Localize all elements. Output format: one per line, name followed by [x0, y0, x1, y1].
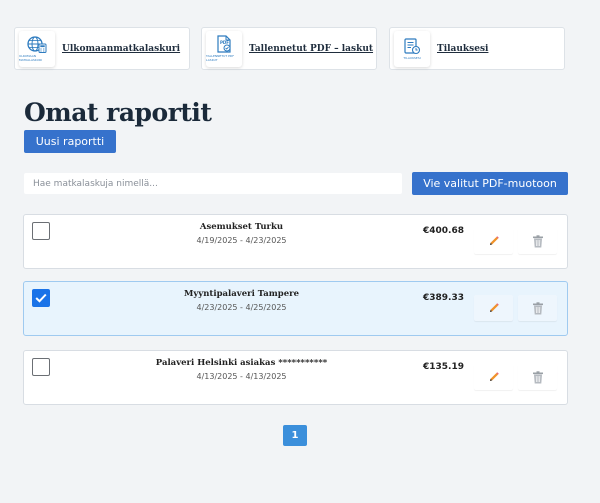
- delete-button[interactable]: [518, 295, 557, 321]
- page-title: Omat raportit: [24, 98, 212, 127]
- report-name: Palaveri Helsinki asiakas ***********: [155, 358, 328, 368]
- nav-card-tallennetut-pdf[interactable]: PDF TALLENNETUT PDF LASKUT Tallennetut P…: [201, 27, 377, 70]
- delete-button[interactable]: [518, 364, 557, 390]
- globe-calculator-icon: ULKOMAAN MATKALASKURI: [19, 30, 55, 67]
- report-name: Asemukset Turku: [199, 222, 284, 232]
- icon-caption: ULKOMAAN MATKALASKURI: [19, 53, 42, 62]
- report-amount: €135.19: [423, 362, 464, 372]
- edit-button[interactable]: [474, 295, 513, 321]
- report-name: Myyntipalaveri Tampere: [183, 289, 300, 299]
- trash-icon: [532, 370, 543, 383]
- pencil-icon: [489, 303, 499, 312]
- report-card[interactable]: Palaveri Helsinki asiakas *********** 4/…: [23, 350, 568, 405]
- pencil-icon: [489, 236, 499, 245]
- report-dates: 4/19/2025 - 4/23/2025: [196, 236, 287, 245]
- pdf-document-icon: PDF TALLENNETUT PDF LASKUT: [206, 30, 242, 67]
- edit-button[interactable]: [474, 364, 513, 390]
- delete-button[interactable]: [518, 228, 557, 254]
- report-dates: 4/13/2025 - 4/13/2025: [196, 372, 287, 381]
- nav-card-tilauksesi[interactable]: TILAUKSESI Tilauksesi: [389, 27, 565, 70]
- nav-label[interactable]: Ulkomaanmatkalaskuri: [62, 44, 180, 54]
- nav-card-ulkomaanmatkalaskuri[interactable]: ULKOMAAN MATKALASKURI Ulkomaanmatkalasku…: [14, 27, 190, 70]
- report-card[interactable]: Asemukset Turku 4/19/2025 - 4/23/2025 €4…: [23, 214, 568, 269]
- report-dates: 4/23/2025 - 4/25/2025: [196, 303, 287, 312]
- edit-button[interactable]: [474, 228, 513, 254]
- svg-text:PDF: PDF: [220, 40, 229, 45]
- trash-icon: [532, 234, 543, 247]
- subscription-icon: TILAUKSESI: [394, 30, 430, 67]
- nav-label[interactable]: Tallennetut PDF – laskut: [249, 44, 373, 54]
- icon-caption: TILAUKSESI: [403, 55, 421, 60]
- new-report-button[interactable]: Uusi raportti: [24, 130, 116, 153]
- export-pdf-button[interactable]: Vie valitut PDF-muotoon: [412, 172, 568, 195]
- icon-caption: TALLENNETUT PDF LASKUT: [206, 54, 234, 62]
- trash-icon: [532, 301, 543, 314]
- search-input[interactable]: [24, 173, 402, 194]
- report-amount: €400.68: [423, 226, 464, 236]
- pencil-icon: [489, 372, 499, 381]
- report-card[interactable]: Myyntipalaveri Tampere 4/23/2025 - 4/25/…: [23, 281, 568, 336]
- pagination-page-button[interactable]: 1: [283, 425, 307, 446]
- report-amount: €389.33: [423, 293, 464, 303]
- nav-label[interactable]: Tilauksesi: [437, 44, 488, 54]
